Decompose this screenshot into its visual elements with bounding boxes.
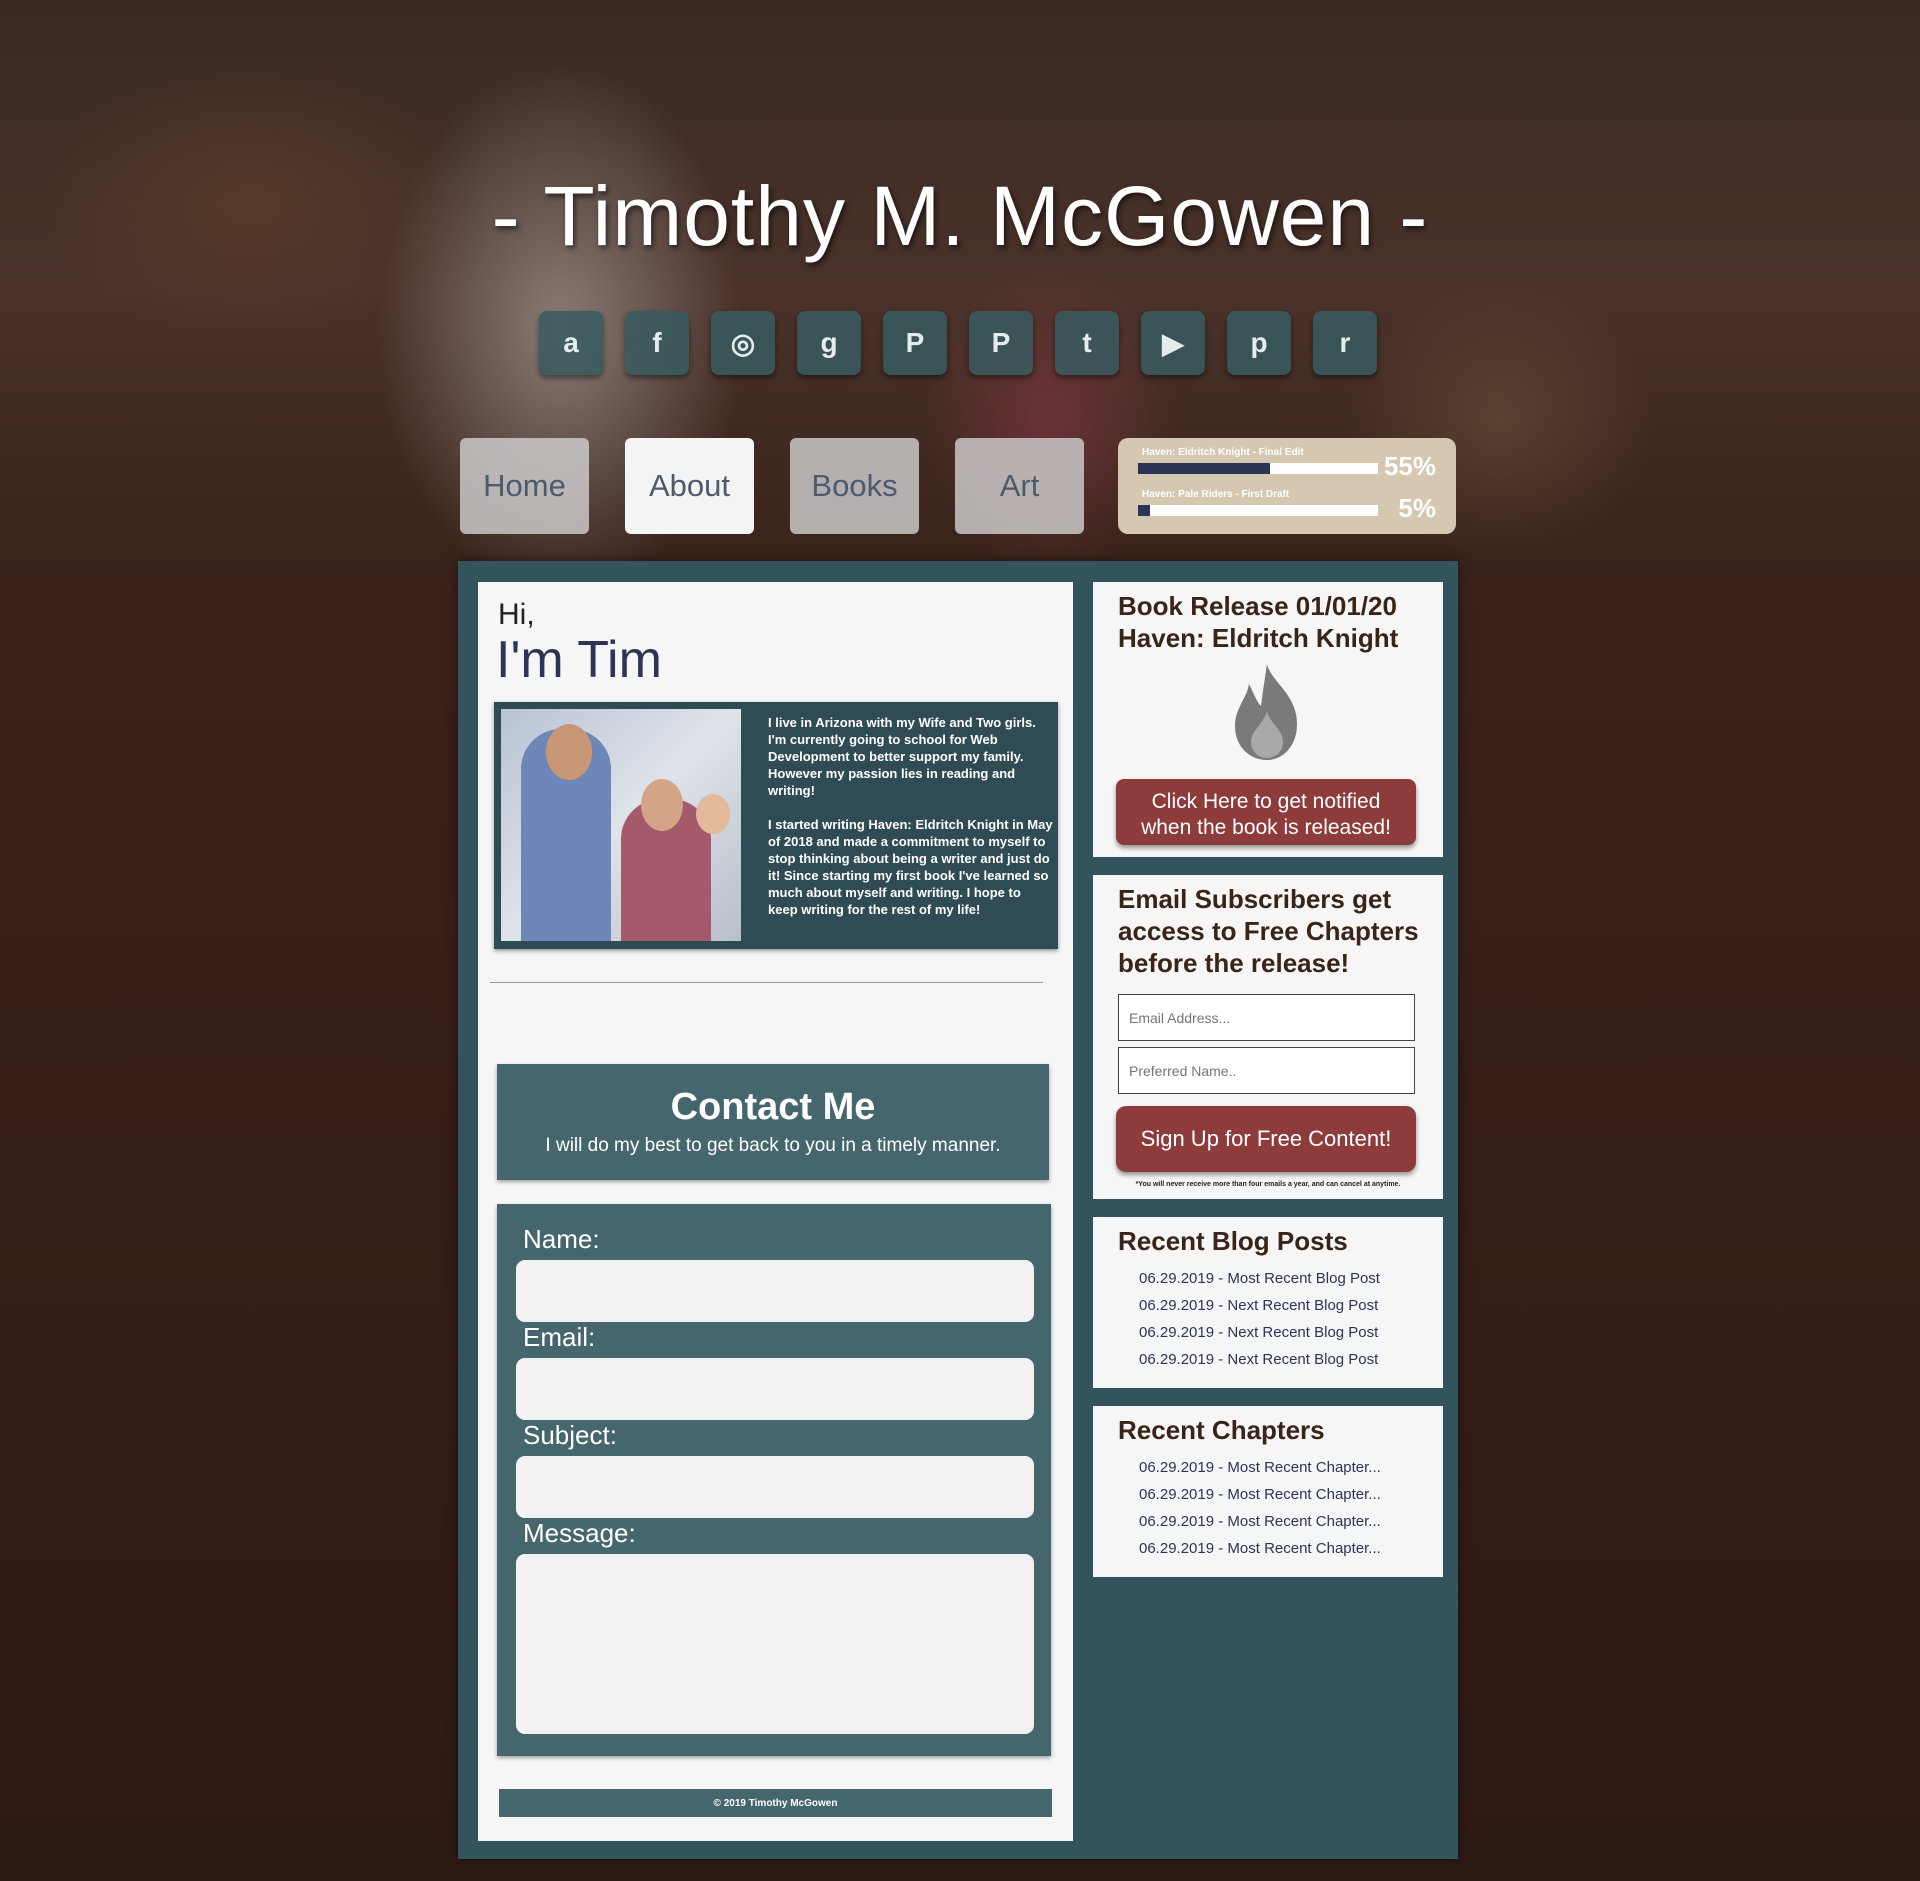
writing-progress: Haven: Eldritch Knight - Final Edit 55% … (1118, 438, 1456, 534)
signup-title-line: Email Subscribers get (1118, 884, 1392, 914)
about-text: I live in Arizona with my Wife and Two g… (768, 714, 1053, 935)
progress-row: Haven: Eldritch Knight - Final Edit 55% (1138, 447, 1436, 489)
progress-fill (1138, 505, 1150, 516)
family-photo (501, 709, 741, 941)
preferred-name-input[interactable] (1118, 1047, 1415, 1094)
blog-link[interactable]: 06.29.2019 - Next Recent Blog Post (1139, 1346, 1380, 1373)
notify-button-line: when the book is released! (1141, 816, 1391, 839)
recent-chapters: Recent Chapters 06.29.2019 - Most Recent… (1093, 1406, 1443, 1577)
blog-link[interactable]: 06.29.2019 - Next Recent Blog Post (1139, 1292, 1380, 1319)
message-label: Message: (523, 1518, 636, 1548)
blog-link[interactable]: 06.29.2019 - Most Recent Blog Post (1139, 1265, 1380, 1292)
chapters-list: 06.29.2019 - Most Recent Chapter... 06.2… (1139, 1454, 1381, 1562)
contact-title: Contact Me (670, 1086, 876, 1128)
about-card: I live in Arizona with my Wife and Two g… (494, 702, 1058, 949)
main-nav: Home About Books Art (460, 438, 1084, 534)
reddit-icon[interactable]: r (1313, 311, 1377, 375)
recent-blog-posts: Recent Blog Posts 06.29.2019 - Most Rece… (1093, 1217, 1443, 1388)
notify-button-line: Click Here to get notified (1151, 790, 1381, 813)
goodreads-icon[interactable]: g (797, 311, 861, 375)
chapter-link[interactable]: 06.29.2019 - Most Recent Chapter... (1139, 1481, 1381, 1508)
about-column: Hi, I'm Tim I live in Arizona with my Wi… (478, 582, 1073, 1841)
signup-title: Email Subscribers get access to Free Cha… (1118, 883, 1419, 979)
paypal-icon[interactable]: P (969, 311, 1033, 375)
progress-bar (1138, 463, 1378, 474)
signup-disclaimer: *You will never receive more than four e… (1135, 1181, 1401, 1188)
amazon-icon[interactable]: a (539, 311, 603, 375)
instagram-icon[interactable]: ◎ (711, 311, 775, 375)
footer-copyright: © 2019 Timothy McGowen (499, 1789, 1052, 1817)
about-heading: I'm Tim (496, 631, 662, 689)
progress-bar (1138, 505, 1378, 516)
youtube-icon[interactable]: ▶ (1141, 311, 1205, 375)
email-field[interactable] (516, 1358, 1034, 1420)
message-field[interactable] (516, 1554, 1034, 1734)
subject-field[interactable] (516, 1456, 1034, 1518)
progress-label: Haven: Pale Riders - First Draft (1142, 489, 1290, 500)
release-title-line: Book Release 01/01/20 (1118, 591, 1397, 621)
about-paragraph: I started writing Haven: Eldritch Knight… (768, 817, 1053, 917)
twitter-icon[interactable]: t (1055, 311, 1119, 375)
email-label: Email: (523, 1322, 596, 1352)
divider (490, 982, 1043, 983)
progress-percent: 55% (1383, 451, 1436, 481)
contact-form: Name: Email: Subject: Message: (497, 1204, 1051, 1756)
chapters-title: Recent Chapters (1118, 1415, 1325, 1445)
tab-art[interactable]: Art (955, 438, 1084, 534)
signup-button[interactable]: Sign Up for Free Content! (1116, 1106, 1416, 1172)
about-paragraph: I live in Arizona with my Wife and Two g… (768, 715, 1036, 798)
book-release-card: Book Release 01/01/20 Haven: Eldritch Kn… (1093, 582, 1443, 857)
contact-subtitle: I will do my best to get back to you in … (545, 1135, 1001, 1156)
email-address-input[interactable] (1118, 994, 1415, 1041)
site-title: - Timothy M. McGowen - (491, 169, 1429, 263)
subject-label: Subject: (523, 1420, 617, 1450)
name-field[interactable] (516, 1260, 1034, 1322)
chapter-link[interactable]: 06.29.2019 - Most Recent Chapter... (1139, 1535, 1381, 1562)
blog-link[interactable]: 06.29.2019 - Next Recent Blog Post (1139, 1319, 1380, 1346)
main-panel: Hi, I'm Tim I live in Arizona with my Wi… (458, 561, 1458, 1859)
signup-title-line: access to Free Chapters (1118, 916, 1419, 946)
email-signup-card: Email Subscribers get access to Free Cha… (1093, 875, 1443, 1199)
facebook-icon[interactable]: f (625, 311, 689, 375)
chapter-link[interactable]: 06.29.2019 - Most Recent Chapter... (1139, 1508, 1381, 1535)
patreon-icon[interactable]: P (883, 311, 947, 375)
progress-percent: 5% (1398, 493, 1436, 523)
chapter-link[interactable]: 06.29.2019 - Most Recent Chapter... (1139, 1454, 1381, 1481)
tab-about[interactable]: About (625, 438, 754, 534)
name-label: Name: (523, 1224, 600, 1254)
notify-button[interactable]: Click Here to get notified when the book… (1116, 779, 1416, 845)
tab-home[interactable]: Home (460, 438, 589, 534)
progress-row: Haven: Pale Riders - First Draft 5% (1138, 489, 1436, 531)
progress-fill (1138, 463, 1270, 474)
greeting: Hi, (498, 598, 535, 631)
signup-title-line: before the release! (1118, 948, 1350, 978)
fire-icon (1235, 664, 1297, 760)
release-title: Book Release 01/01/20 Haven: Eldritch Kn… (1118, 590, 1398, 654)
blog-list: 06.29.2019 - Most Recent Blog Post 06.29… (1139, 1265, 1380, 1373)
pinterest-icon[interactable]: p (1227, 311, 1291, 375)
blog-title: Recent Blog Posts (1118, 1226, 1348, 1256)
release-title-line: Haven: Eldritch Knight (1118, 623, 1399, 653)
contact-header: Contact Me I will do my best to get back… (497, 1064, 1049, 1180)
tab-books[interactable]: Books (790, 438, 919, 534)
social-links: a f ◎ g P P t ▶ p r (539, 311, 1377, 375)
